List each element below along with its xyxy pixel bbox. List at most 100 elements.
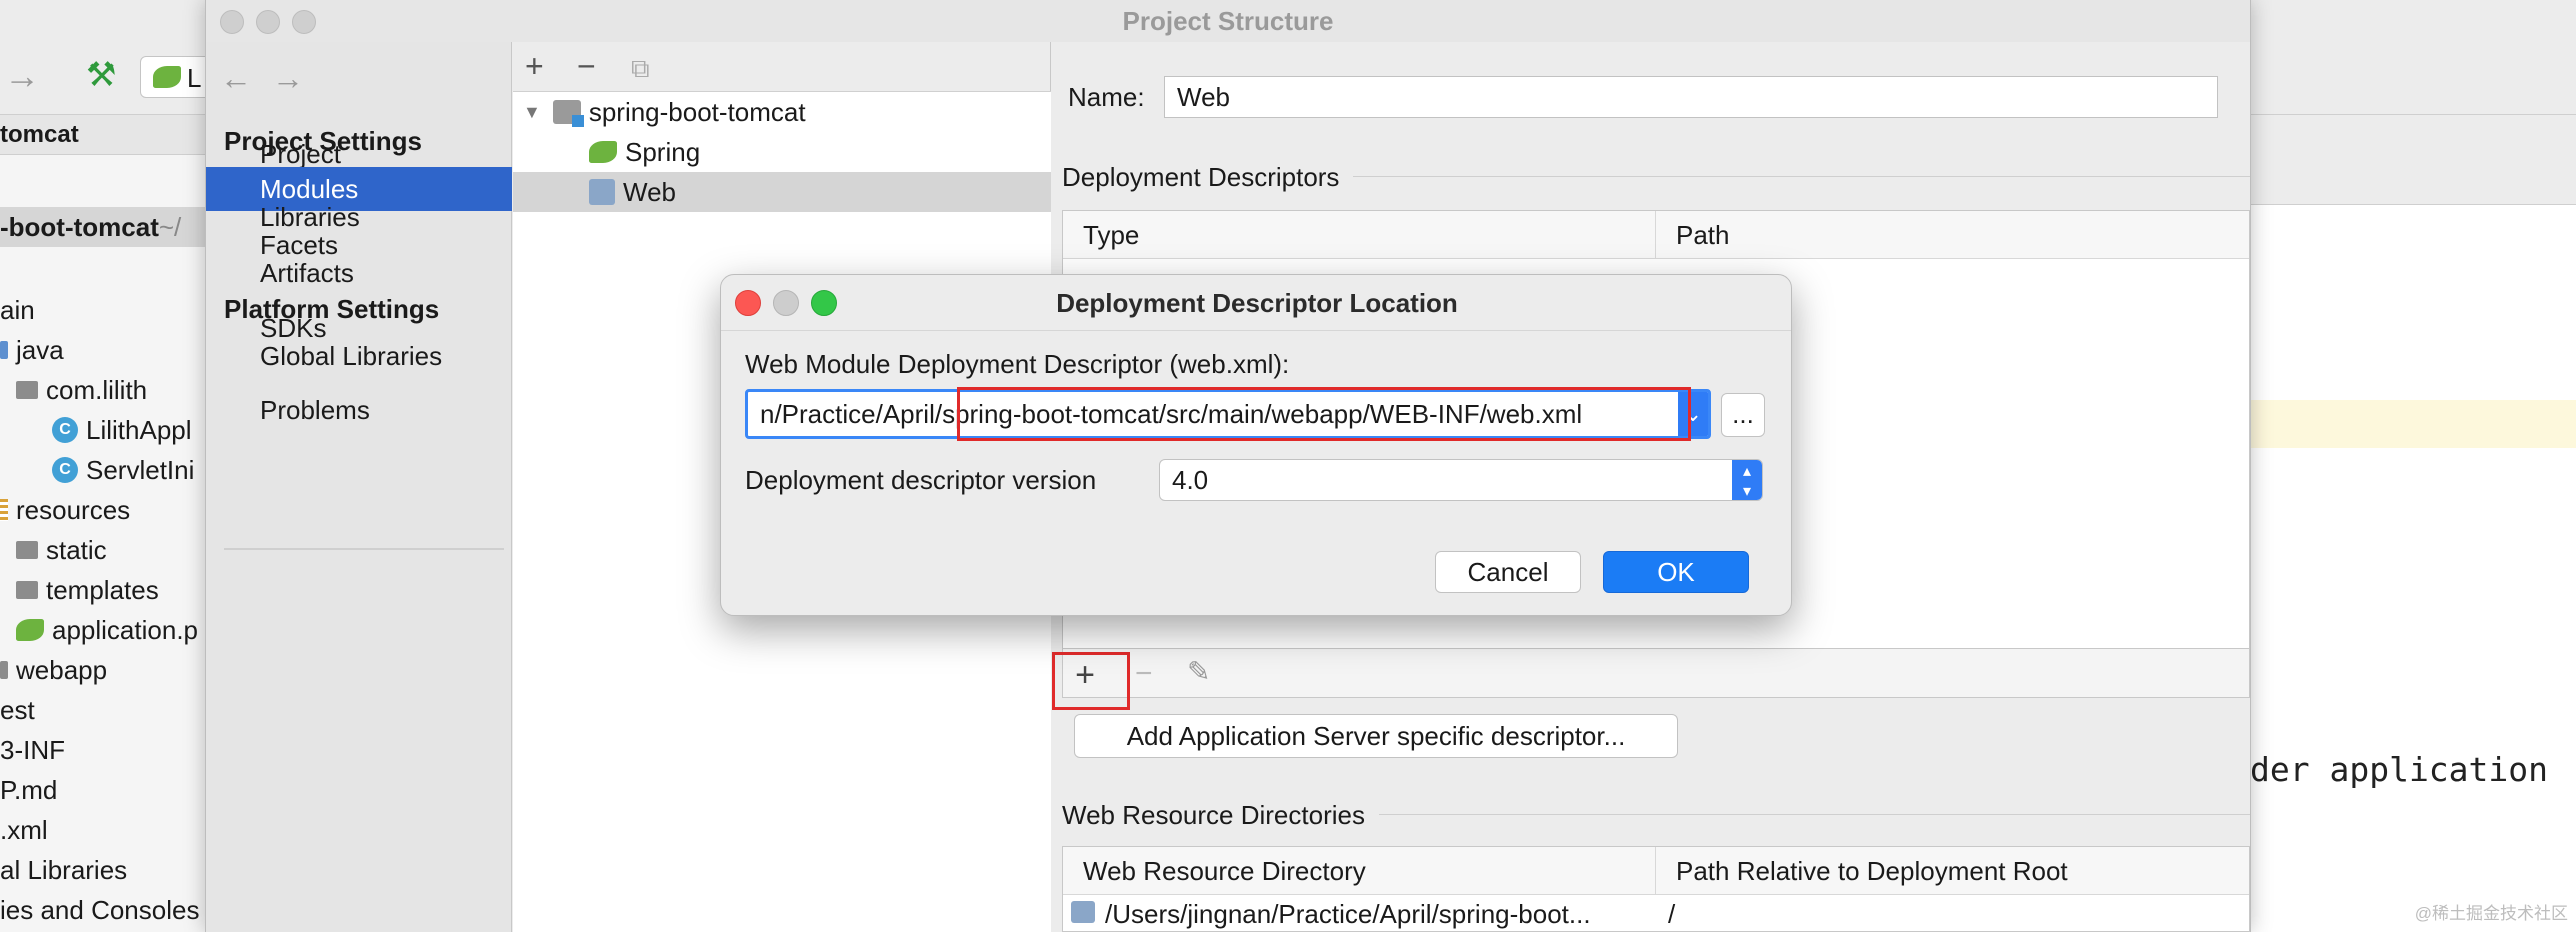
- package-icon: [16, 381, 38, 399]
- minimize-dialog-button[interactable]: [773, 290, 799, 316]
- modules-toolbar: + − ⧉: [513, 42, 1051, 92]
- dialog-title: Deployment Descriptor Location: [1056, 288, 1458, 318]
- tree-item-label: est: [0, 695, 35, 725]
- expand-triangle-icon[interactable]: ▼: [523, 92, 541, 132]
- browse-button[interactable]: ...: [1721, 393, 1765, 437]
- ide-project-bar: tomcat: [0, 115, 210, 155]
- remove-descriptor-icon[interactable]: −: [1135, 657, 1153, 691]
- table-cell-directory: /Users/jingnan/Practice/April/spring-boo…: [1105, 899, 1591, 929]
- tree-item[interactable]: java: [0, 330, 64, 370]
- cancel-button[interactable]: Cancel: [1435, 551, 1581, 593]
- tree-item-label: templates: [46, 575, 159, 605]
- editor-code-line: der application: [2250, 750, 2549, 789]
- forward-arrow-icon[interactable]: →: [272, 62, 304, 94]
- remove-module-icon[interactable]: −: [577, 50, 596, 82]
- module-tree-item[interactable]: Web: [513, 172, 1051, 212]
- ide-project-tree: -boot-tomcat ~/ ain java com.lilith C Lil…: [0, 155, 210, 932]
- module-tree-label: Web: [623, 177, 676, 207]
- module-tree-label: Spring: [625, 137, 701, 167]
- source-folder-icon: [0, 341, 8, 359]
- spring-boot-icon: [153, 66, 181, 88]
- tree-item[interactable]: al Libraries: [0, 850, 127, 890]
- tree-item[interactable]: C LilithAppl: [52, 410, 192, 450]
- ok-button[interactable]: OK: [1603, 551, 1749, 593]
- version-select[interactable]: 4.0 ▴ ▾: [1159, 459, 1763, 501]
- tree-item-label: ies and Consoles: [0, 895, 200, 925]
- tree-item[interactable]: est: [0, 690, 35, 730]
- web-resource-table[interactable]: Web Resource Directory Path Relative to …: [1062, 846, 2250, 932]
- web-resource-icon: [1071, 901, 1095, 923]
- tree-item[interactable]: static: [16, 530, 107, 570]
- add-descriptor-highlight: [1052, 652, 1130, 710]
- deployment-descriptor-dialog: Deployment Descriptor Location Web Modul…: [720, 274, 1792, 616]
- folder-icon: [0, 661, 8, 679]
- module-tree-item[interactable]: Spring: [513, 132, 1051, 172]
- column-header-type[interactable]: Type: [1063, 211, 1656, 259]
- tree-item-root[interactable]: -boot-tomcat ~/: [0, 207, 210, 247]
- tree-item-label: ServletIni: [86, 455, 195, 485]
- close-dialog-button[interactable]: [735, 290, 761, 316]
- build-hammer-icon[interactable]: ⚒: [86, 58, 120, 92]
- window-titlebar: Project Structure: [206, 0, 2250, 42]
- folder-icon: [16, 581, 38, 599]
- close-window-button[interactable]: [220, 10, 244, 34]
- column-header-relative-path[interactable]: Path Relative to Deployment Root: [1656, 847, 2249, 895]
- tree-item[interactable]: resources: [0, 490, 130, 530]
- ide-editor[interactable]: der application: [2250, 205, 2576, 932]
- tree-item[interactable]: com.lilith: [16, 370, 147, 410]
- tree-item-label: P.md: [0, 775, 58, 805]
- column-header-path[interactable]: Path: [1656, 211, 2249, 259]
- add-server-descriptor-button[interactable]: Add Application Server specific descript…: [1074, 714, 1678, 758]
- tree-item-label: LilithAppl: [86, 415, 192, 445]
- tree-item-label: resources: [16, 495, 131, 525]
- column-header-directory[interactable]: Web Resource Directory: [1063, 847, 1656, 895]
- tree-item[interactable]: ies and Consoles: [0, 890, 199, 930]
- table-row[interactable]: /Users/jingnan/Practice/April/spring-boo…: [1063, 895, 2249, 931]
- edit-descriptor-icon[interactable]: ✎: [1187, 655, 1210, 688]
- web-facet-icon: [589, 179, 615, 205]
- back-arrow-icon[interactable]: ←: [220, 62, 252, 94]
- tree-item[interactable]: .xml: [0, 810, 48, 850]
- sidebar-item-artifacts[interactable]: Artifacts: [206, 251, 512, 295]
- tree-item[interactable]: ain: [0, 290, 35, 330]
- name-label: Name:: [1068, 82, 1145, 112]
- tree-item-label: com.lilith: [46, 375, 148, 405]
- tree-item-label: webapp: [16, 655, 108, 685]
- watermark: @稀土掘金技术社区: [2414, 904, 2568, 923]
- tree-item[interactable]: application.p: [16, 610, 198, 650]
- sidebar-item-global-libraries[interactable]: Global Libraries: [206, 334, 512, 378]
- deployment-descriptors-title: Deployment Descriptors: [1062, 162, 1354, 193]
- editor-line-highlight: [2250, 400, 2576, 448]
- path-highlight-box: [957, 387, 1691, 441]
- table-cell-relative: /: [1668, 899, 1676, 929]
- tree-item[interactable]: P.md: [0, 770, 57, 810]
- tree-item[interactable]: templates: [16, 570, 159, 610]
- tree-item-label: application.p: [52, 615, 198, 645]
- module-tree-item[interactable]: ▼ spring-boot-tomcat: [513, 92, 1051, 132]
- resources-folder-icon: [0, 499, 8, 521]
- zoom-window-button[interactable]: [292, 10, 316, 34]
- tree-item-label: -boot-tomcat: [0, 212, 159, 242]
- add-module-icon[interactable]: +: [525, 50, 544, 82]
- class-icon: C: [52, 457, 78, 483]
- tree-item-label: ain: [0, 295, 35, 325]
- folder-icon: [16, 541, 38, 559]
- settings-sidebar: ← → Project Settings Project Modules Lib…: [206, 42, 512, 932]
- back-arrow-icon[interactable]: →: [4, 58, 40, 94]
- minimize-window-button[interactable]: [256, 10, 280, 34]
- stepper-chevron-icon[interactable]: ▴ ▾: [1732, 460, 1762, 500]
- tree-item-suffix: ~/: [158, 212, 182, 242]
- zoom-dialog-button[interactable]: [811, 290, 837, 316]
- run-config-label: L: [187, 63, 202, 93]
- name-input[interactable]: Web: [1164, 76, 2218, 118]
- window-title: Project Structure: [1122, 6, 1334, 36]
- copy-module-icon[interactable]: ⧉: [631, 52, 650, 84]
- sidebar-item-problems[interactable]: Problems: [206, 388, 512, 432]
- tree-item[interactable]: C ServletIni: [52, 450, 194, 490]
- tree-item-label: .xml: [0, 815, 48, 845]
- descriptor-path-label: Web Module Deployment Descriptor (web.xm…: [745, 349, 1290, 379]
- class-icon: C: [52, 417, 78, 443]
- descriptors-toolbar: + − ✎: [1062, 648, 2250, 698]
- tree-item[interactable]: webapp: [0, 650, 107, 690]
- tree-item[interactable]: 3-INF: [0, 730, 65, 770]
